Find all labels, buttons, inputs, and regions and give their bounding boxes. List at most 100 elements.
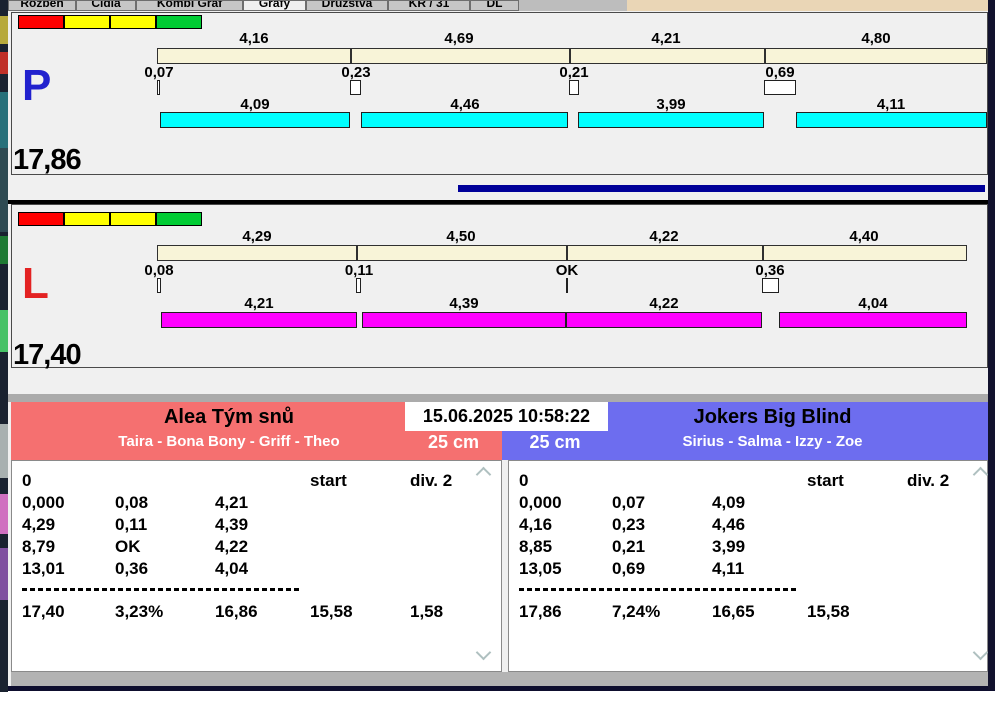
changeover-ok-mark-l-2 — [566, 278, 568, 293]
scroll-down-icon[interactable] — [972, 644, 989, 661]
traffic-light-l-1 — [64, 212, 110, 226]
table-cell: 13,05 — [519, 559, 562, 578]
table-cell: 0,21 — [612, 537, 646, 556]
dog-time-bar-l-0 — [161, 312, 357, 328]
lane-letter-l: L — [22, 259, 49, 308]
table-cell: 0,23 — [612, 515, 646, 534]
dog-time-label-p-2: 3,99 — [656, 96, 686, 113]
table-cell: div. 2 — [907, 471, 950, 490]
split-tick-p — [764, 48, 766, 64]
table-cell: 0,07 — [612, 493, 646, 512]
titlebar-remnant — [627, 0, 988, 11]
tab-label: Grafy — [258, 0, 291, 10]
scroll-up-icon[interactable] — [972, 466, 989, 483]
difference-bar — [458, 185, 985, 192]
lane-total-l: 17,40 — [13, 339, 82, 371]
background-fragment — [0, 548, 8, 600]
background-fragment — [0, 424, 8, 478]
split-tick-l — [566, 245, 568, 261]
table-summary-cell: 15,58 — [310, 602, 353, 621]
traffic-light-p-0 — [18, 15, 64, 29]
changeover-label-l-1: 0,11 — [344, 262, 374, 279]
background-fragment — [0, 16, 8, 44]
tab-rozbeh[interactable]: Rozbeh — [8, 0, 76, 11]
table-cell: 4,09 — [712, 493, 746, 512]
table-cell: 0,000 — [22, 493, 65, 512]
tab-dl[interactable]: DL — [470, 0, 519, 11]
table-separator — [22, 588, 299, 591]
background-fragment — [0, 52, 8, 74]
table-cell: 0,11 — [115, 515, 148, 534]
split-time-label-p: 4,16 — [239, 30, 269, 47]
tab-grafy[interactable]: Grafy — [243, 0, 306, 11]
split-time-label-p: 4,21 — [651, 30, 681, 47]
tab-label: KR / 31 — [408, 0, 450, 10]
tab-label: Družstva — [321, 0, 373, 10]
team-right-name: Jokers Big Blind — [693, 406, 852, 428]
table-cell: 13,01 — [22, 559, 65, 578]
scroll-down-icon[interactable] — [475, 644, 492, 661]
changeover-label-p-3: 0,69 — [765, 64, 795, 81]
lane-letter-p: P — [22, 61, 52, 110]
background-window-strip — [0, 0, 8, 692]
table-cell: 0 — [519, 471, 529, 490]
changeover-box-l-1 — [356, 278, 361, 293]
table-summary-cell: 3,23% — [115, 602, 164, 621]
table-summary-cell: 16,86 — [215, 602, 258, 621]
changeover-box-l-3 — [762, 278, 779, 293]
split-tick-p — [569, 48, 571, 64]
background-fragment — [0, 310, 8, 352]
table-summary-cell: 15,58 — [807, 602, 850, 621]
table-separator — [519, 588, 796, 591]
table-cell: 0,36 — [115, 559, 149, 578]
team-right-results-table: 0 start div. 2 0,000 0,07 4,09 4,16 0,23 4,46 8,8… — [508, 460, 989, 672]
scroll-up-icon[interactable] — [475, 466, 492, 483]
team-left-members: Taira - Bona Bony - Griff - Theo — [118, 433, 340, 450]
traffic-light-l-2 — [110, 212, 156, 226]
dog-time-label-p-0: 4,09 — [240, 96, 270, 113]
dog-time-label-l-0: 4,21 — [244, 295, 274, 312]
split-bar-l — [157, 245, 967, 261]
table-cell: 4,29 — [22, 515, 56, 534]
changeover-label-p-0: 0,07 — [144, 64, 174, 81]
dog-time-bar-l-3 — [779, 312, 967, 328]
tab-label: DL — [486, 0, 503, 10]
traffic-light-p-3 — [156, 15, 202, 29]
tab-kombi-graf[interactable]: Kombi Graf — [136, 0, 243, 11]
tab-cidla[interactable]: Cidla — [76, 0, 136, 11]
dog-time-bar-l-1 — [362, 312, 566, 328]
dog-time-bar-p-1 — [361, 112, 568, 128]
table-summary-cell: 7,24% — [612, 602, 661, 621]
table-summary-cell: 1,58 — [410, 602, 444, 621]
table-cell: 0,69 — [612, 559, 646, 578]
table-summary-cell: 17,40 — [22, 602, 65, 621]
timestamp: 15.06.2025 10:58:22 — [405, 402, 608, 431]
tab-kr-31[interactable]: KR / 31 — [388, 0, 470, 11]
horizontal-scrollbar-track[interactable] — [11, 672, 988, 686]
tab-label: Kombi Graf — [156, 0, 223, 10]
screen: Rozbeh Cidla Kombi Graf Grafy Družstva KR / 3… — [0, 0, 995, 716]
table-cell: 4,04 — [215, 559, 249, 578]
changeover-box-p-2 — [569, 80, 579, 95]
changeover-box-p-3 — [764, 80, 796, 95]
split-time-label-l: 4,29 — [242, 228, 272, 245]
split-tick-l — [356, 245, 358, 261]
table-cell: 0,08 — [115, 493, 149, 512]
split-time-label-p: 4,80 — [861, 30, 891, 47]
traffic-light-p-1 — [64, 15, 110, 29]
table-cell: 4,21 — [215, 493, 249, 512]
changeover-box-p-1 — [350, 80, 361, 95]
tab-label: Rozbeh — [20, 0, 64, 10]
team-left-size-class: 25 cm — [427, 432, 480, 452]
dog-time-label-p-3: 4,11 — [876, 96, 906, 113]
tab-dru-stva[interactable]: Družstva — [306, 0, 388, 11]
dog-time-label-l-3: 4,04 — [858, 295, 888, 312]
changeover-label-p-1: 0,23 — [341, 64, 371, 81]
split-time-label-l: 4,50 — [446, 228, 476, 245]
table-cell: start — [807, 471, 844, 490]
changeover-label-p-2: 0,21 — [559, 64, 589, 81]
changeover-box-p-0 — [157, 80, 160, 95]
dog-time-label-l-1: 4,39 — [449, 295, 479, 312]
background-fragment — [0, 236, 8, 264]
table-cell: 0,000 — [519, 493, 562, 512]
